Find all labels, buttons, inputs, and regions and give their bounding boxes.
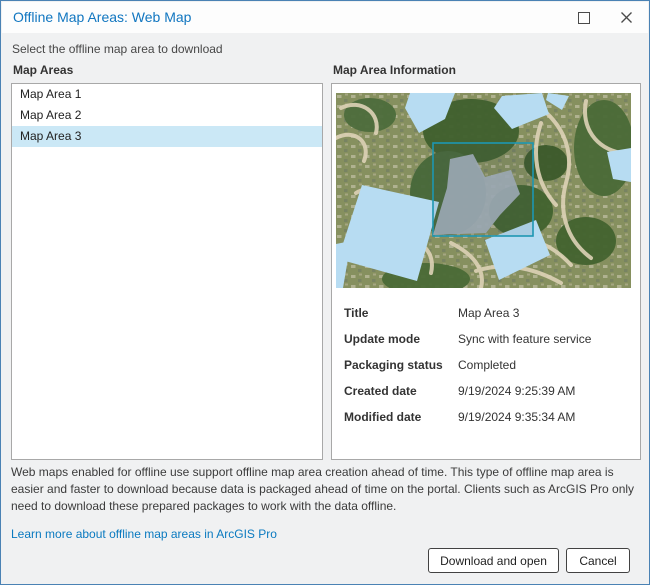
list-item-map-area-3[interactable]: Map Area 3	[12, 126, 322, 147]
detail-value: Completed	[458, 358, 516, 372]
learn-more-link[interactable]: Learn more about offline map areas in Ar…	[11, 527, 277, 541]
dialog-title: Offline Map Areas: Web Map	[13, 9, 191, 25]
detail-row-created-date: Created date 9/19/2024 9:25:39 AM	[344, 384, 630, 410]
list-item-map-area-2[interactable]: Map Area 2	[12, 105, 322, 126]
close-button[interactable]	[604, 2, 648, 33]
cancel-button[interactable]: Cancel	[566, 548, 630, 573]
dialog-subtitle: Select the offline map area to download	[12, 42, 223, 56]
offline-description: Web maps enabled for offline use support…	[11, 464, 643, 515]
detail-label: Update mode	[344, 332, 458, 346]
maximize-button[interactable]	[562, 2, 606, 33]
maximize-icon	[578, 12, 590, 24]
detail-row-title: Title Map Area 3	[344, 306, 630, 332]
map-thumbnail	[336, 93, 631, 288]
list-item-map-area-1[interactable]: Map Area 1	[12, 84, 322, 105]
offline-map-areas-dialog: Offline Map Areas: Web Map Select the of…	[0, 0, 650, 585]
detail-label: Created date	[344, 384, 458, 398]
detail-value: 9/19/2024 9:35:34 AM	[458, 410, 575, 424]
download-and-open-button[interactable]: Download and open	[428, 548, 559, 573]
map-areas-list: Map Area 1 Map Area 2 Map Area 3	[11, 83, 323, 460]
detail-row-packaging-status: Packaging status Completed	[344, 358, 630, 384]
detail-value: 9/19/2024 9:25:39 AM	[458, 384, 575, 398]
map-areas-header: Map Areas	[13, 63, 73, 77]
detail-row-modified-date: Modified date 9/19/2024 9:35:34 AM	[344, 410, 630, 436]
detail-value: Sync with feature service	[458, 332, 591, 346]
detail-label: Title	[344, 306, 458, 320]
detail-row-update-mode: Update mode Sync with feature service	[344, 332, 630, 358]
close-icon	[620, 11, 633, 24]
map-area-information-header: Map Area Information	[333, 63, 456, 77]
map-area-details: Title Map Area 3 Update mode Sync with f…	[344, 306, 630, 436]
detail-value: Map Area 3	[458, 306, 519, 320]
map-area-information-panel: Title Map Area 3 Update mode Sync with f…	[331, 83, 641, 460]
detail-label: Packaging status	[344, 358, 458, 372]
titlebar: Offline Map Areas: Web Map	[2, 2, 648, 33]
detail-label: Modified date	[344, 410, 458, 424]
